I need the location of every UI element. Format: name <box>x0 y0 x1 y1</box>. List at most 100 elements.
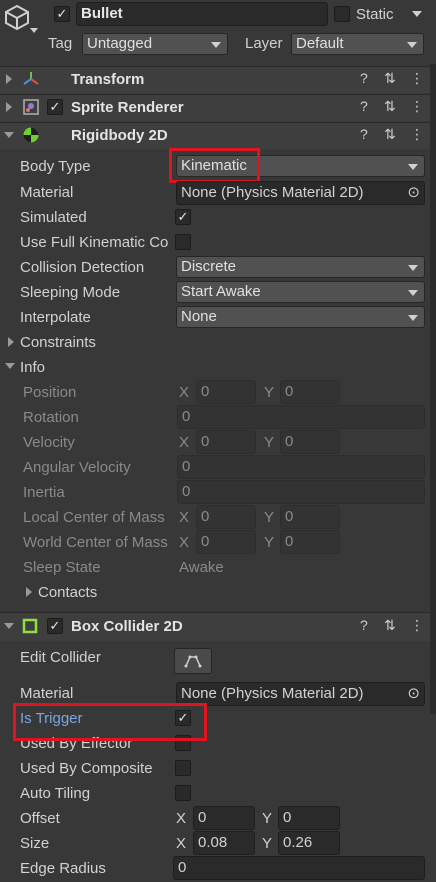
y-label: Y <box>264 434 275 451</box>
sleeping-mode-value: Start Awake <box>181 283 261 300</box>
body-type-highlight <box>169 148 260 183</box>
collider-material-label: Material <box>20 685 74 702</box>
offset-x-field[interactable]: 0 <box>193 806 255 830</box>
help-icon[interactable]: ? <box>360 70 368 86</box>
chevron-down-icon <box>408 265 418 271</box>
tag-dropdown[interactable]: Untagged <box>82 33 228 55</box>
material-label: Material <box>20 184 74 201</box>
position-y-field: 0 <box>280 380 340 404</box>
help-icon[interactable]: ? <box>360 98 368 114</box>
size-y-field[interactable]: 0.26 <box>278 831 340 855</box>
static-dropdown-icon[interactable] <box>412 11 422 17</box>
edge-radius-field[interactable]: 0 <box>173 856 425 880</box>
box-collider-enabled-checkbox[interactable]: ✓ <box>47 618 63 634</box>
collapse-arrow-icon[interactable] <box>6 74 12 84</box>
y-label: Y <box>264 384 275 401</box>
sleep-state-label: Sleep State <box>23 559 101 576</box>
collider-material-value: None (Physics Material 2D) <box>181 685 364 702</box>
edge-radius-label: Edge Radius <box>20 860 106 877</box>
interpolate-label: Interpolate <box>20 309 91 326</box>
y-label: Y <box>262 835 273 852</box>
world-com-y-field: 0 <box>280 530 340 554</box>
tag-value: Untagged <box>87 35 153 52</box>
help-icon[interactable]: ? <box>360 617 368 633</box>
edit-collider-button[interactable] <box>174 648 212 674</box>
help-icon[interactable]: ? <box>360 126 368 142</box>
size-label: Size <box>20 835 50 852</box>
local-com-y-field: 0 <box>280 505 340 529</box>
sprite-renderer-header[interactable] <box>0 94 436 121</box>
collision-detection-dropdown[interactable]: Discrete <box>176 256 425 278</box>
static-label: Static <box>356 6 394 23</box>
tag-label: Tag <box>48 35 73 52</box>
x-label: X <box>179 384 190 401</box>
presets-icon[interactable]: ⇅ <box>384 617 396 634</box>
gameobject-icon <box>4 4 30 31</box>
info-foldout-icon[interactable] <box>5 363 15 369</box>
object-picker-icon[interactable]: ⊙ <box>407 683 420 705</box>
contacts-label[interactable]: Contacts <box>38 584 97 601</box>
sprite-renderer-title: Sprite Renderer <box>71 99 184 116</box>
collider-material-field[interactable]: None (Physics Material 2D) ⊙ <box>176 682 425 706</box>
x-label: X <box>179 534 190 551</box>
interpolate-dropdown[interactable]: None <box>176 306 425 328</box>
object-picker-icon[interactable]: ⊙ <box>407 182 420 204</box>
contacts-foldout-icon[interactable] <box>26 587 32 597</box>
layer-dropdown[interactable]: Default <box>291 33 424 55</box>
full-kinematic-checkbox[interactable] <box>175 234 191 250</box>
collision-detection-label: Collision Detection <box>20 259 145 276</box>
sprite-renderer-icon <box>22 98 40 116</box>
presets-icon[interactable]: ⇅ <box>384 98 396 115</box>
angular-velocity-label: Angular Velocity <box>23 459 131 476</box>
scrollbar[interactable] <box>430 64 436 714</box>
offset-label: Offset <box>20 810 60 827</box>
presets-icon[interactable]: ⇅ <box>384 70 396 87</box>
y-label: Y <box>262 810 273 827</box>
position-label: Position <box>23 384 77 401</box>
gameobject-icon-dropdown[interactable] <box>30 28 38 33</box>
constraints-label[interactable]: Constraints <box>20 334 96 351</box>
menu-icon[interactable]: ⋮ <box>410 98 424 115</box>
material-field[interactable]: None (Physics Material 2D) ⊙ <box>176 181 425 205</box>
simulated-checkbox[interactable]: ✓ <box>175 209 191 225</box>
rigidbody-header[interactable] <box>0 122 436 149</box>
edit-collider-label: Edit Collider <box>20 649 101 666</box>
expand-arrow-icon[interactable] <box>4 623 14 629</box>
transform-header[interactable] <box>0 66 436 93</box>
active-checkbox[interactable]: ✓ <box>54 6 70 22</box>
inertia-field: 0 <box>177 480 425 504</box>
sleeping-mode-dropdown[interactable]: Start Awake <box>176 281 425 303</box>
menu-icon[interactable]: ⋮ <box>410 70 424 87</box>
collision-detection-value: Discrete <box>181 258 237 275</box>
auto-tiling-label: Auto Tiling <box>20 785 91 802</box>
constraints-foldout-icon[interactable] <box>8 337 14 347</box>
auto-tiling-checkbox[interactable] <box>175 785 191 801</box>
layer-value: Default <box>296 35 344 52</box>
position-x-field: 0 <box>196 380 256 404</box>
y-label: Y <box>264 534 275 551</box>
box-collider-header[interactable] <box>0 612 436 641</box>
chevron-down-icon <box>407 42 417 48</box>
velocity-label: Velocity <box>23 434 75 451</box>
collapse-arrow-icon[interactable] <box>6 102 12 112</box>
size-x-field[interactable]: 0.08 <box>193 831 255 855</box>
info-label[interactable]: Info <box>20 359 45 376</box>
y-label: Y <box>264 509 275 526</box>
chevron-down-icon <box>408 290 418 296</box>
world-com-x-field: 0 <box>196 530 256 554</box>
presets-icon[interactable]: ⇅ <box>384 126 396 143</box>
interpolate-value: None <box>181 308 217 325</box>
expand-arrow-icon[interactable] <box>4 132 14 138</box>
world-center-of-mass-label: World Center of Mass <box>23 534 168 551</box>
object-name-field[interactable]: Bullet <box>76 2 328 26</box>
box-collider-icon <box>22 618 38 634</box>
sprite-renderer-enabled-checkbox[interactable]: ✓ <box>47 99 63 115</box>
used-by-composite-checkbox[interactable] <box>175 760 191 776</box>
menu-icon[interactable]: ⋮ <box>410 126 424 143</box>
used-by-composite-label: Used By Composite <box>20 760 153 777</box>
simulated-label: Simulated <box>20 209 87 226</box>
offset-y-field[interactable]: 0 <box>278 806 340 830</box>
box-collider-title: Box Collider 2D <box>71 618 183 635</box>
static-checkbox[interactable] <box>334 6 350 22</box>
menu-icon[interactable]: ⋮ <box>410 617 424 634</box>
